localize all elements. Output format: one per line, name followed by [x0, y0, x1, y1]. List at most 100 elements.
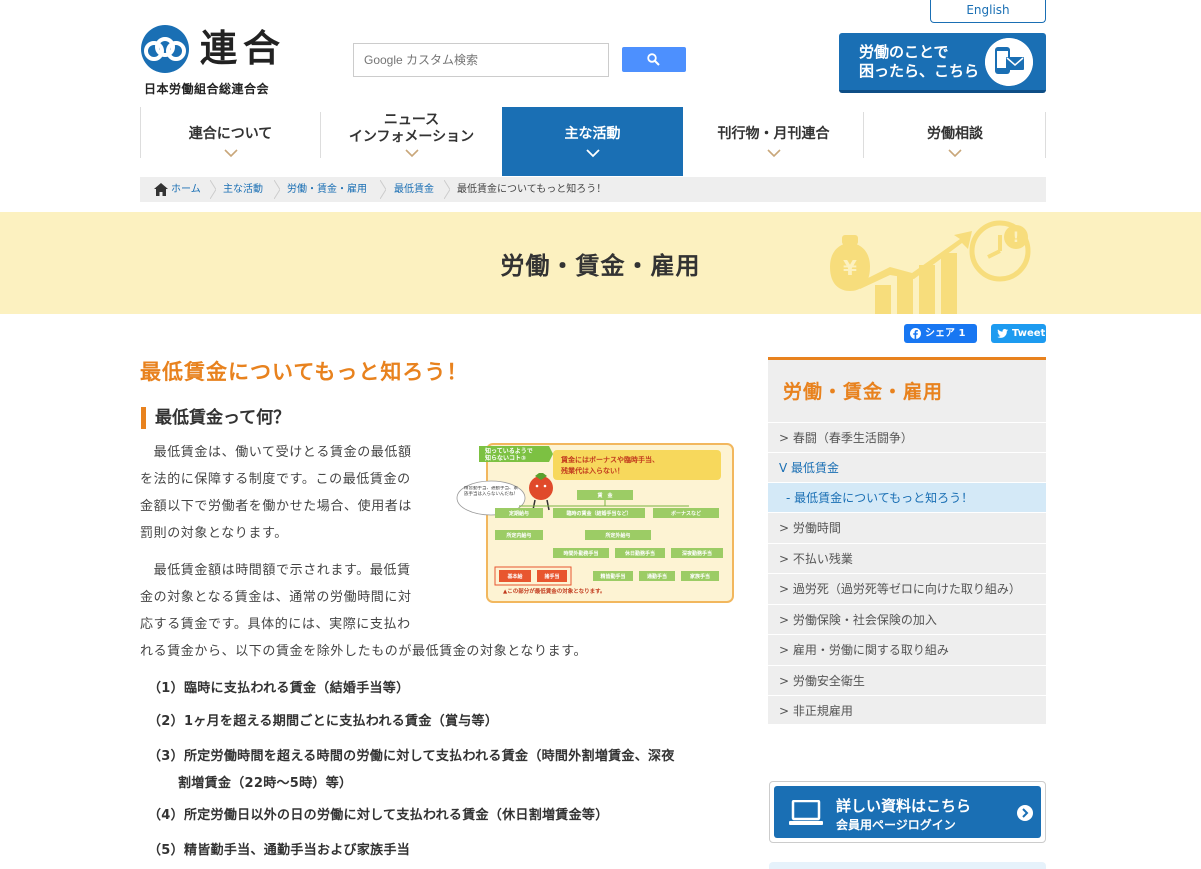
- chevron-down-icon: [948, 149, 962, 158]
- sidebar-item-unpaid-overtime[interactable]: > 不払い残業: [768, 543, 1046, 573]
- global-nav: 連合について ニュース インフォメーション 主な活動 刊行物・月刊連合 労働相談: [140, 107, 1046, 176]
- phone-mail-icon: [985, 38, 1033, 86]
- svg-text:¥: ¥: [843, 256, 857, 280]
- infographic-speech-bubble: 精皆勤手当、通勤手当、家族手当は入らないんだね！: [464, 486, 518, 497]
- search-input[interactable]: [353, 43, 609, 77]
- svg-text:知らないコト③: 知らないコト③: [485, 454, 526, 462]
- twitter-tweet-button[interactable]: Tweet: [991, 324, 1046, 343]
- node-regular-pay: 定期給与: [508, 510, 529, 517]
- node-base-pay: 基本給: [506, 573, 523, 580]
- list-item: （2）1ヶ月を超える期間ごとに支払われる賃金（賞与等）: [148, 714, 499, 729]
- svg-text:知っているようで: 知っているようで: [485, 447, 533, 455]
- node-late-night: 深夜勤務手当: [682, 550, 712, 557]
- twitter-bird-icon: [997, 329, 1008, 338]
- infographic-headline-line1: 賃金にはボーナスや臨時手当、: [560, 455, 659, 464]
- member-login-inner: 詳しい資料はこちら 会員用ページログイン: [774, 786, 1041, 838]
- svg-text:残業代は入らない！: 残業代は入らない！: [561, 466, 624, 475]
- facebook-icon: [910, 328, 921, 339]
- consultation-banner[interactable]: 労働のことで 困ったら、こちら: [839, 33, 1046, 93]
- facebook-share-button[interactable]: シェア 1: [904, 324, 977, 343]
- breadcrumb-separator-icon: [444, 180, 450, 199]
- facebook-share-label: シェア 1: [925, 328, 966, 339]
- money-growth-clock-icon: ¥ !: [830, 220, 1031, 314]
- list-item: （5）精皆勤手当、通勤手当および家族手当: [148, 843, 411, 858]
- breadcrumb: ホーム 主な活動 労働・賃金・雇用 最低賃金 最低賃金についてもっと知ろう！: [140, 177, 1046, 202]
- sidebar-item-insurance[interactable]: > 労働保険・社会保険の加入: [768, 604, 1046, 634]
- infographic-tag-line1: 知っているようで: [485, 447, 533, 455]
- twitter-tweet-label: Tweet: [1012, 328, 1046, 339]
- nav-item-label: 連合について: [188, 126, 273, 142]
- breadcrumb-current: 最低賃金についてもっと知ろう！: [457, 184, 607, 195]
- infographic-note: ▲この部分が最低賃金の対象となります。: [503, 587, 606, 595]
- node-attendance: 精皆勤手当: [600, 573, 625, 580]
- sidebar-nav: 労働・賃金・雇用 > 春闘（春季生活闘争） V 最低賃金 - 最低賃金についても…: [768, 357, 1046, 724]
- nav-item-activities[interactable]: 主な活動: [502, 107, 683, 176]
- nav-item-label: ニュース インフォメーション: [348, 112, 475, 145]
- nav-item-news[interactable]: ニュース インフォメーション: [321, 107, 502, 176]
- next-banner[interactable]: [769, 862, 1046, 869]
- list-item: （4）所定労働日以外の日の労働に対して支払われる賃金（休日割増賃金等）: [148, 808, 609, 823]
- section-heading: 最低賃金って何？: [141, 407, 290, 429]
- svg-text:!: !: [1013, 230, 1019, 246]
- sidebar-item-shunto[interactable]: > 春闘（春季生活闘争）: [768, 422, 1046, 452]
- node-scheduled-pay: 所定内給与: [506, 532, 531, 539]
- member-login-sub-text: 会員用ページログイン: [836, 818, 956, 832]
- rengo-logo[interactable]: 連合 日本労働組合総連合会: [140, 24, 300, 98]
- laptop-icon: [789, 800, 823, 825]
- node-allowances: 諸手当: [544, 573, 559, 580]
- sidebar-item-minimum-wage[interactable]: V 最低賃金: [768, 452, 1046, 482]
- node-temporary-pay: 臨時の賃金（結婚手当など）: [566, 510, 631, 517]
- nav-item-label: 主な活動: [564, 126, 621, 142]
- chevron-down-icon: [223, 149, 238, 158]
- home-icon: [154, 183, 168, 196]
- list-item: （3）所定労働時間を超える時間の労働に対して支払われる賃金（時間外割増賃金、深夜…: [148, 749, 675, 791]
- paragraph-definition: 最低賃金は、働いて受けとる賃金の最低額 を法的に保障する制度です。この最低賃金の…: [140, 445, 413, 541]
- node-family: 家族手当: [690, 573, 710, 580]
- nav-item-publications[interactable]: 刊行物・月刊連合: [683, 107, 864, 176]
- breadcrumb-activities[interactable]: 主な活動: [223, 177, 263, 202]
- sidebar-item-learn-more[interactable]: - 最低賃金についてもっと知ろう！: [768, 482, 1046, 512]
- nav-item-label: 労働相談: [927, 126, 983, 142]
- search-icon: [647, 53, 660, 66]
- logo-title: 連合: [200, 27, 286, 70]
- nav-item-consultation[interactable]: 労働相談: [864, 107, 1046, 176]
- nav-item-label: 刊行物・月刊連合: [717, 126, 830, 142]
- breadcrumb-separator-icon: [274, 180, 280, 199]
- nav-item-about[interactable]: 連合について: [140, 107, 321, 176]
- chevron-down-icon: [585, 149, 600, 158]
- breadcrumb-separator-icon: [210, 180, 216, 199]
- sidebar-item-non-regular[interactable]: > 非正規雇用: [768, 695, 1046, 725]
- english-button[interactable]: English: [930, 0, 1046, 23]
- breadcrumb-separator-icon: [380, 180, 386, 199]
- sidebar-item-employment[interactable]: > 雇用・労働に関する取り組み: [768, 634, 1046, 664]
- sidebar-item-working-hours[interactable]: > 労働時間: [768, 512, 1046, 542]
- sidebar-item-karoshi[interactable]: > 過労死（過労死等ゼロに向けた取り組み）: [768, 573, 1046, 603]
- wage-structure-infographic: 知っているようで 知らないコト③ 賃金にはボーナスや臨時手当、 残業代は入らない…: [456, 443, 734, 603]
- chevron-down-icon: [766, 149, 781, 158]
- arrow-right-circle-icon: [1017, 805, 1033, 821]
- sidebar-item-safety[interactable]: > 労働安全衛生: [768, 665, 1046, 695]
- node-non-scheduled-pay: 所定外給与: [605, 532, 630, 539]
- sidebar-title: 労働・賃金・雇用: [783, 381, 944, 403]
- svg-text:賃金にはボーナスや臨時手当、: 賃金にはボーナスや臨時手当、: [560, 455, 659, 464]
- hero-banner: 労働・賃金・雇用 ¥ !: [0, 212, 1201, 314]
- page-title: 最低賃金についてもっと知ろう！: [140, 360, 469, 384]
- node-wage: 賃 金: [596, 492, 613, 499]
- breadcrumb-minimum-wage[interactable]: 最低賃金: [394, 177, 434, 202]
- node-overtime: 時間外勤務手当: [563, 550, 598, 557]
- member-login-main-text: 詳しい資料はこちら: [836, 797, 972, 815]
- infographic-tag-line2: 知らないコト③: [485, 454, 526, 462]
- chevron-down-icon: [404, 149, 419, 158]
- node-holiday: 休日勤務手当: [624, 550, 655, 557]
- member-login-banner[interactable]: 詳しい資料はこちら 会員用ページログイン: [769, 781, 1046, 843]
- search-button[interactable]: [622, 47, 686, 72]
- node-commute: 通勤手当: [647, 573, 667, 580]
- infographic-headline-line2: 残業代は入らない！: [561, 466, 624, 475]
- consultation-text: 労働のことで 困ったら、こちら: [859, 43, 980, 80]
- rengo-logo-icon: [141, 25, 189, 73]
- breadcrumb-home[interactable]: ホーム: [171, 177, 201, 202]
- node-bonus: ボーナスなど: [671, 510, 701, 517]
- list-item: （1）臨時に支払われる賃金（結婚手当等）: [148, 681, 410, 696]
- logo-subtitle: 日本労働組合総連合会: [144, 82, 270, 96]
- breadcrumb-labor[interactable]: 労働・賃金・雇用: [287, 177, 367, 202]
